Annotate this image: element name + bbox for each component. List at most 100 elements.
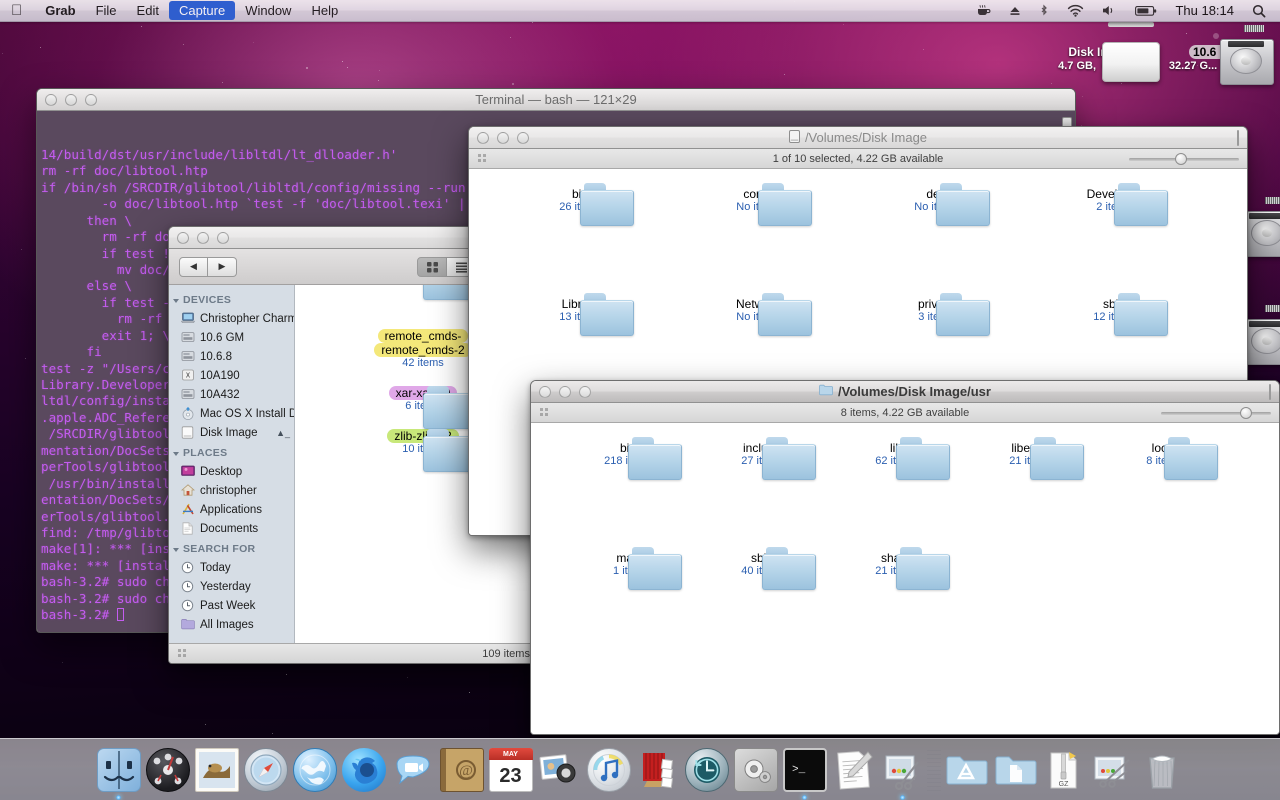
folder-item[interactable]: libexec21 items (963, 437, 1097, 547)
dock-item-ichat[interactable] (388, 744, 437, 800)
minimize-button[interactable] (559, 386, 571, 398)
dock-item-dashboard[interactable] (143, 744, 192, 800)
sidebar-item-past-week[interactable]: Past Week (169, 596, 294, 615)
dock[interactable]: @MAY23 >_ GZ (0, 722, 1280, 800)
dock-item-grab[interactable] (878, 744, 927, 800)
folder-item[interactable]: Developer2 items (1025, 183, 1203, 293)
sidebar-item-yesterday[interactable]: Yesterday (169, 577, 294, 596)
toolbar-toggle-button[interactable] (1269, 385, 1271, 399)
menu-item-edit[interactable]: Edit (127, 1, 169, 20)
menu-item-grab[interactable]: Grab (35, 1, 85, 20)
sidebar-item-all-images[interactable]: All Images (169, 615, 294, 634)
folder-item[interactable]: bin26 items (491, 183, 669, 293)
dock-item-ical[interactable]: MAY23 (486, 744, 535, 800)
folder-item[interactable]: lib62 items (829, 437, 963, 547)
folder-item[interactable]: devNo items (847, 183, 1025, 293)
folder-item[interactable]: coresNo items (669, 183, 847, 293)
dock-item-firefox[interactable] (339, 744, 388, 800)
folder-item[interactable]: bin218 items (561, 437, 695, 547)
sidebar-item-documents[interactable]: Documents (169, 519, 294, 538)
eject-icon[interactable] (1001, 1, 1029, 20)
list-item[interactable] (363, 285, 483, 325)
finder-usr-icon-grid[interactable]: bin218 itemsinclude27 itemslib62 itemsli… (531, 423, 1279, 734)
sidebar-item-10a190[interactable]: X10A190 (169, 366, 294, 385)
sidebar-item-10-6-8[interactable]: 10.6.8 (169, 347, 294, 366)
dock-item-textedit[interactable] (829, 744, 878, 800)
nav-buttons[interactable]: ◀ ▶ (179, 257, 237, 277)
sidebar-item-christopher-charman[interactable]: Christopher Charman'... (169, 309, 294, 328)
menu-item-window[interactable]: Window (235, 1, 301, 20)
dock-item-finder[interactable] (94, 744, 143, 800)
close-button[interactable] (177, 232, 189, 244)
list-item[interactable]: remote_cmds-remote_cmds-242 items (363, 329, 483, 370)
dock-item-iphoto[interactable] (535, 744, 584, 800)
close-button[interactable] (45, 94, 57, 106)
window-controls[interactable] (477, 132, 529, 144)
toolbar-toggle-button[interactable] (1237, 131, 1239, 145)
back-arrow-icon[interactable]: ◀ (179, 257, 208, 277)
sidebar-item-10-6-gm[interactable]: 10.6 GM (169, 328, 294, 347)
sidebar-item-desktop[interactable]: Desktop (169, 462, 294, 481)
menu-item-capture[interactable]: Capture (169, 1, 235, 20)
wifi-icon[interactable] (1059, 1, 1092, 20)
zoom-button[interactable] (85, 94, 97, 106)
dock-item-documents[interactable] (990, 744, 1039, 800)
icon-size-slider[interactable] (1161, 407, 1271, 419)
search-icon[interactable] (1244, 1, 1274, 20)
grid-icon[interactable] (417, 257, 447, 277)
finder-usr-titlebar[interactable]: /Volumes/Disk Image/usr (531, 381, 1279, 403)
dock-item-archive[interactable]: GZ (1039, 744, 1088, 800)
dock-item-screenshot[interactable] (1088, 744, 1137, 800)
forward-arrow-icon[interactable]: ▶ (208, 257, 237, 277)
close-button[interactable] (539, 386, 551, 398)
folder-item[interactable]: man1 item (561, 547, 695, 657)
sidebar-item-today[interactable]: Today (169, 558, 294, 577)
menu-bar-status-area[interactable]: Thu 18:14 (968, 1, 1280, 20)
dock-item-address-book[interactable]: @ (437, 744, 486, 800)
sidebar-item-mac-os-x-install-dvd[interactable]: Mac OS X Install DVD (169, 404, 294, 423)
sidebar-header-places[interactable]: PLACES (169, 442, 294, 462)
menu-item-help[interactable]: Help (301, 1, 348, 20)
zoom-button[interactable] (579, 386, 591, 398)
dock-item-trash[interactable] (1137, 744, 1186, 800)
finder-disk-titlebar[interactable]: /Volumes/Disk Image (469, 127, 1247, 149)
menu-bar[interactable]:  GrabFileEditCaptureWindowHelp Thu 18:1… (0, 0, 1280, 22)
terminal-titlebar[interactable]: Terminal — bash — 121×29 (37, 89, 1075, 111)
list-item[interactable]: xar-xar-306 items (363, 386, 483, 413)
sidebar-item-christopher[interactable]: christopher (169, 481, 294, 500)
dock-item-terminal[interactable]: >_ (780, 744, 829, 800)
bluetooth-icon[interactable] (1031, 1, 1057, 20)
window-controls[interactable] (539, 386, 591, 398)
dock-item-mail[interactable] (192, 744, 241, 800)
sidebar-item-applications[interactable]: Applications (169, 500, 294, 519)
sidebar-header-devices[interactable]: DEVICES (169, 289, 294, 309)
zoom-button[interactable] (217, 232, 229, 244)
dock-item-system-preferences[interactable] (731, 744, 780, 800)
icon-size-slider[interactable] (1129, 153, 1239, 165)
menu-bar-clock[interactable]: Thu 18:14 (1167, 3, 1242, 18)
finder-sidebar[interactable]: DEVICESChristopher Charman'...10.6 GM10.… (169, 285, 295, 643)
window-controls[interactable] (45, 94, 97, 106)
volume-icon[interactable] (1094, 1, 1125, 20)
dock-item-safari[interactable] (241, 744, 290, 800)
desktop-icon-disk-image[interactable]: Disk Image 4.7 GB, GB free (1052, 28, 1148, 72)
dock-item-itunes[interactable] (584, 744, 633, 800)
zoom-button[interactable] (517, 132, 529, 144)
apple-logo-icon[interactable]:  (0, 3, 35, 18)
list-item[interactable]: zlib-zlib-2210 items (363, 429, 483, 456)
sidebar-item-disk-image[interactable]: Disk Image▲_ (169, 423, 294, 442)
eject-icon[interactable]: ▲_ (276, 428, 290, 438)
sidebar-item-10a432[interactable]: 10A432 (169, 385, 294, 404)
folder-item[interactable]: include27 items (695, 437, 829, 547)
minimize-button[interactable] (65, 94, 77, 106)
close-button[interactable] (477, 132, 489, 144)
dock-item-photo-booth[interactable] (633, 744, 682, 800)
folder-item[interactable]: sbin40 items (695, 547, 829, 657)
dock-item-browser[interactable] (290, 744, 339, 800)
resize-grip-icon[interactable] (177, 648, 189, 659)
folder-item[interactable]: share21 items (829, 547, 963, 657)
dock-item-time-machine[interactable] (682, 744, 731, 800)
desktop-icon-hard-drive[interactable]: 10.6 GM 32.27 G... GB free (1168, 28, 1264, 72)
finder-window-usr[interactable]: /Volumes/Disk Image/usr 8 items, 4.22 GB… (530, 380, 1280, 735)
sidebar-header-search-for[interactable]: SEARCH FOR (169, 538, 294, 558)
